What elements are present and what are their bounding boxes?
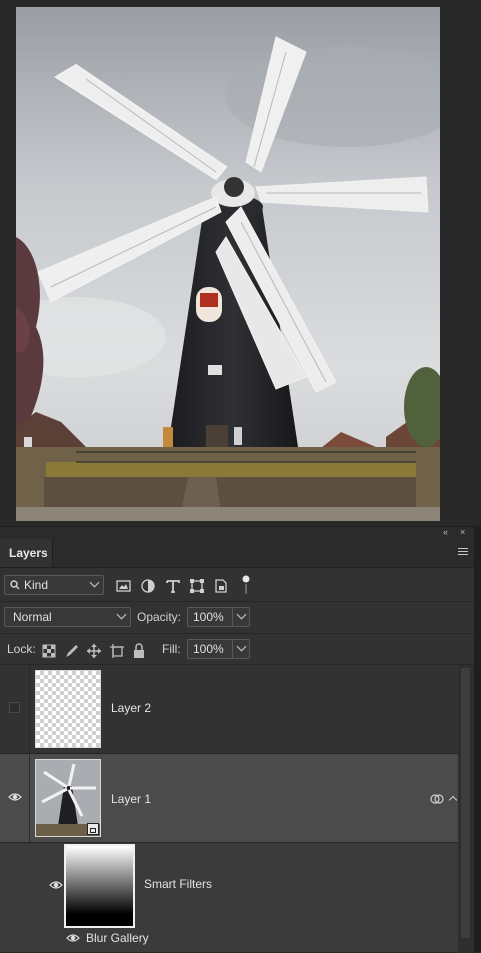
eye-icon[interactable] — [66, 933, 80, 943]
panel-menu-icon[interactable] — [458, 548, 468, 557]
layers-scrollbar[interactable] — [458, 665, 474, 953]
divider — [232, 608, 233, 626]
eye-icon[interactable] — [8, 792, 22, 802]
document-canvas-area[interactable] — [0, 0, 481, 526]
chevron-down-icon — [116, 609, 127, 620]
lock-image-pixels-icon[interactable] — [64, 643, 80, 659]
shape-filter-icon[interactable] — [189, 578, 205, 594]
opacity-field[interactable]: 100% — [187, 607, 250, 627]
lock-label: Lock: — [7, 642, 36, 656]
adjustment-filter-icon[interactable] — [140, 578, 156, 594]
visibility-toggle[interactable] — [0, 754, 30, 842]
blend-mode-value: Normal — [13, 610, 52, 624]
layers-list: Layer 2 Layer 1 Smart Filters Blur Galle… — [0, 665, 458, 953]
panel-tab-bar: Layers — [0, 539, 474, 568]
eye-icon[interactable] — [49, 880, 63, 890]
canvas-image-windmill[interactable] — [16, 7, 440, 521]
smart-object-filter-icon[interactable] — [213, 578, 229, 594]
scrollbar-thumb[interactable] — [461, 668, 470, 938]
visibility-off-icon[interactable] — [9, 702, 20, 713]
pixel-filter-icon[interactable] — [116, 578, 132, 594]
fill-value: 100% — [193, 642, 224, 656]
opacity-value: 100% — [193, 610, 224, 624]
smart-filters-label[interactable]: Smart Filters — [144, 876, 212, 892]
chevron-down-icon[interactable] — [236, 641, 247, 652]
opacity-label: Opacity: — [137, 610, 182, 624]
lock-row: Lock: Fill: 100% — [0, 634, 474, 664]
layer-thumbnail-transparent[interactable] — [35, 670, 101, 748]
visibility-toggle[interactable] — [0, 665, 30, 753]
kind-filter-select[interactable]: Kind — [4, 575, 104, 595]
lock-position-icon[interactable] — [86, 643, 102, 659]
windmill-photo-graphic — [16, 7, 440, 521]
lock-artboard-icon[interactable] — [109, 643, 125, 659]
lock-all-icon[interactable] — [131, 643, 147, 659]
right-edge-strip — [474, 526, 481, 952]
fill-field[interactable]: 100% — [187, 639, 250, 659]
tab-layers[interactable]: Layers — [0, 539, 53, 567]
lock-transparent-pixels-icon[interactable] — [42, 644, 56, 658]
chevron-up-icon[interactable] — [448, 795, 458, 805]
filter-mask-thumbnail[interactable] — [64, 844, 135, 928]
smart-filters-row[interactable]: Smart Filters Blur Gallery — [0, 843, 458, 953]
chevron-down-icon — [89, 577, 100, 588]
smart-object-badge-icon — [87, 823, 99, 835]
indent-spacer — [0, 843, 30, 952]
kind-filter-label: Kind — [24, 578, 49, 592]
layer-name[interactable]: Layer 1 — [111, 791, 151, 807]
smart-filter-indicator-icon[interactable] — [430, 793, 444, 805]
search-icon — [10, 580, 20, 590]
layers-panel: « × Layers Kind Normal Opacity: 100% Loc… — [0, 526, 474, 953]
type-filter-icon[interactable] — [165, 578, 181, 594]
chevron-down-icon[interactable] — [236, 609, 247, 620]
layer-row-layer-1[interactable]: Layer 1 — [0, 754, 458, 843]
blend-row: Normal Opacity: 100% — [0, 602, 474, 632]
divider — [232, 640, 233, 658]
layer-thumbnail-windmill[interactable] — [35, 759, 101, 837]
close-panel-button[interactable]: × — [460, 527, 465, 538]
panel-header-strip: « × — [0, 527, 474, 539]
layer-row-layer-2[interactable]: Layer 2 — [0, 665, 458, 754]
filter-toggle-icon[interactable] — [238, 574, 254, 596]
fill-label: Fill: — [162, 642, 181, 656]
layer-name[interactable]: Layer 2 — [111, 700, 151, 716]
filter-row: Kind — [0, 568, 474, 600]
blend-mode-select[interactable]: Normal — [4, 607, 131, 627]
collapse-panel-button[interactable]: « — [443, 527, 448, 538]
filter-name-blur-gallery[interactable]: Blur Gallery — [86, 930, 149, 946]
